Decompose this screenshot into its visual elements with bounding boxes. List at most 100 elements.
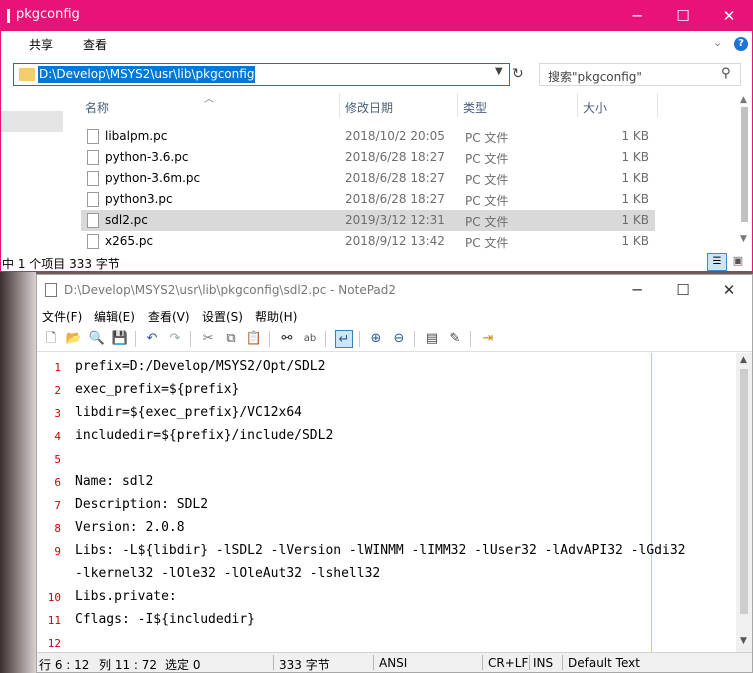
- find-icon[interactable]: ⚯: [278, 330, 296, 348]
- code-line[interactable]: -lkernel32 -lOle32 -lOleAut32 -lshell32: [75, 566, 380, 581]
- column-name[interactable]: 名称: [85, 99, 109, 116]
- file-name[interactable]: libalpm.pc: [105, 129, 167, 143]
- code-line[interactable]: prefix=D:/Develop/MSYS2/Opt/SDL2: [75, 359, 325, 374]
- file-type: PC 文件: [465, 131, 509, 145]
- tab-view[interactable]: 查看: [83, 36, 107, 53]
- file-size: 1 KB: [621, 171, 649, 185]
- file-row[interactable]: x265.pc 2018/9/12 13:42 PC 文件 1 KB: [81, 231, 655, 252]
- scroll-down-icon[interactable]: ▼: [740, 234, 747, 244]
- status-divider: [529, 655, 530, 670]
- code-line[interactable]: libdir=${exec_prefix}/VC12x64: [75, 405, 302, 420]
- chevron-down-icon[interactable]: ▼: [495, 66, 503, 77]
- close-button[interactable]: ✕: [706, 1, 752, 31]
- file-row[interactable]: libalpm.pc 2018/10/2 20:05 PC 文件 1 KB: [81, 126, 655, 147]
- select-scheme-icon[interactable]: ▤: [423, 330, 441, 348]
- paste-icon[interactable]: 📋: [245, 330, 263, 348]
- file-name[interactable]: x265.pc: [105, 234, 153, 248]
- code-line[interactable]: Version: 2.0.8: [75, 520, 185, 535]
- status-scheme[interactable]: Default Text: [568, 656, 640, 670]
- scrollbar-thumb[interactable]: [740, 369, 748, 614]
- redo-icon[interactable]: ↷: [166, 330, 184, 348]
- menu-file[interactable]: 文件(F): [42, 308, 82, 325]
- customize-scheme-icon[interactable]: ✎: [446, 330, 464, 348]
- code-line[interactable]: Name: sdl2: [75, 474, 153, 489]
- vertical-scrollbar[interactable]: ▲ ▼: [736, 353, 752, 652]
- column-size[interactable]: 大小: [583, 99, 607, 116]
- status-encoding[interactable]: ANSI: [379, 656, 407, 670]
- menu-edit[interactable]: 编辑(E): [94, 308, 135, 325]
- file-name[interactable]: python-3.6m.pc: [105, 171, 200, 185]
- column-date[interactable]: 修改日期: [345, 99, 393, 116]
- code-line[interactable]: exec_prefix=${prefix}: [75, 382, 239, 397]
- maximize-button[interactable]: ☐: [660, 275, 706, 305]
- scroll-up-icon[interactable]: ▲: [740, 355, 747, 365]
- status-line-ending[interactable]: CR+LF: [488, 656, 528, 670]
- scrollbar-thumb[interactable]: [741, 107, 748, 222]
- save-icon[interactable]: 💾: [111, 330, 129, 348]
- explorer-titlebar[interactable]: pkgconfig ─ ☐ ✕: [1, 1, 752, 31]
- menu-settings[interactable]: 设置(S): [202, 308, 243, 325]
- line-number: 5: [54, 453, 61, 466]
- maximize-button[interactable]: ☐: [660, 1, 706, 31]
- notepad-titlebar[interactable]: D:\Develop\MSYS2\usr\lib\pkgconfig\sdl2.…: [37, 275, 752, 305]
- word-wrap-icon[interactable]: ↵: [335, 330, 353, 348]
- status-insert-mode[interactable]: INS: [533, 656, 553, 670]
- browse-icon[interactable]: 🔍: [88, 330, 106, 348]
- scroll-up-icon[interactable]: ▲: [740, 95, 747, 105]
- status-text: 中 1 个项目 333 字节: [2, 257, 120, 271]
- menu-view[interactable]: 查看(V): [148, 308, 190, 325]
- code-line[interactable]: Libs: -L${libdir} -lSDL2 -lVersion -lWIN…: [75, 543, 685, 558]
- menu-help[interactable]: 帮助(H): [255, 308, 297, 325]
- code-line[interactable]: Libs.private:: [75, 589, 177, 604]
- vertical-scrollbar[interactable]: ▲ ▼: [737, 93, 752, 249]
- code-line[interactable]: includedir=${prefix}/include/SDL2: [75, 428, 333, 443]
- column-divider[interactable]: [577, 93, 578, 117]
- copy-icon[interactable]: ⧉: [222, 330, 240, 348]
- help-icon[interactable]: ?: [734, 37, 748, 51]
- file-icon: [87, 129, 99, 144]
- minimize-button[interactable]: ─: [614, 275, 660, 305]
- expand-ribbon-icon[interactable]: ⌄: [713, 36, 722, 49]
- search-icon[interactable]: ⚲: [721, 66, 731, 81]
- toolbar-separator: [470, 331, 471, 347]
- navigation-selected-item[interactable]: [1, 111, 63, 132]
- file-name[interactable]: python-3.6.pc: [105, 150, 188, 164]
- file-icon: [87, 234, 99, 249]
- new-icon[interactable]: 🗋: [42, 330, 60, 348]
- cut-icon[interactable]: ✂: [199, 330, 217, 348]
- undo-icon[interactable]: ↶: [143, 330, 161, 348]
- column-divider[interactable]: [457, 93, 458, 117]
- file-row[interactable]: python-3.6m.pc 2018/6/28 18:27 PC 文件 1 KB: [81, 168, 655, 189]
- search-input[interactable]: 搜索"pkgconfig" ⚲: [539, 63, 741, 86]
- scroll-down-icon[interactable]: ▼: [740, 636, 747, 646]
- tab-share[interactable]: 共享: [29, 36, 53, 53]
- large-icons-view-icon[interactable]: ▣: [730, 254, 746, 270]
- file-row[interactable]: python-3.6.pc 2018/6/28 18:27 PC 文件 1 KB: [81, 147, 655, 168]
- column-divider[interactable]: [657, 93, 658, 117]
- address-path[interactable]: D:\Develop\MSYS2\usr\lib\pkgconfig: [38, 66, 256, 83]
- open-icon[interactable]: 📂: [65, 330, 83, 348]
- minimize-button[interactable]: ─: [614, 1, 660, 31]
- details-view-icon[interactable]: ☰: [707, 253, 727, 271]
- file-row[interactable]: python3.pc 2018/6/28 18:27 PC 文件 1 KB: [81, 189, 655, 210]
- zoom-out-icon[interactable]: ⊖: [390, 330, 408, 348]
- exit-icon[interactable]: ⇥: [479, 330, 497, 348]
- code-line[interactable]: Cflags: -I${includedir}: [75, 612, 255, 627]
- code-line[interactable]: Description: SDL2: [75, 497, 208, 512]
- close-button[interactable]: ✕: [706, 275, 752, 305]
- file-name[interactable]: sdl2.pc: [105, 213, 148, 227]
- line-number-gutter: 1 2 3 4 5 6 7 8 9 10 11 12: [37, 353, 67, 653]
- file-icon: [87, 171, 99, 186]
- ribbon-tabs: 共享 查看 ⌄ ?: [1, 31, 752, 59]
- zoom-in-icon[interactable]: ⊕: [367, 330, 385, 348]
- file-icon: [87, 192, 99, 207]
- address-bar[interactable]: D:\Develop\MSYS2\usr\lib\pkgconfig ▼: [13, 63, 510, 86]
- replace-icon[interactable]: ab: [301, 330, 319, 348]
- toolbar-separator: [190, 331, 191, 347]
- column-type[interactable]: 类型: [463, 99, 487, 116]
- column-divider[interactable]: [339, 93, 340, 117]
- line-number: 11: [47, 614, 61, 627]
- file-row[interactable]: sdl2.pc 2019/3/12 12:31 PC 文件 1 KB: [81, 210, 655, 231]
- refresh-icon[interactable]: ↻: [512, 66, 524, 82]
- file-name[interactable]: python3.pc: [105, 192, 173, 206]
